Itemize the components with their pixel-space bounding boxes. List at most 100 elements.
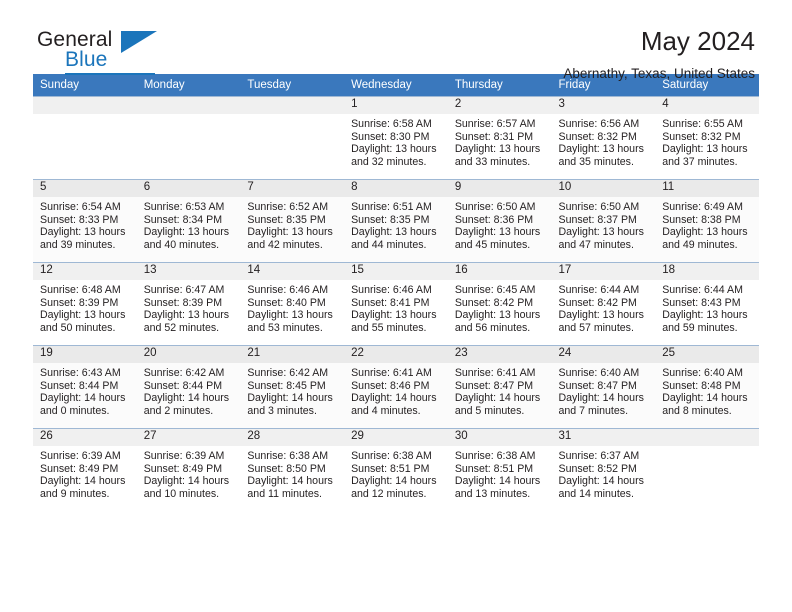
- sunrise-sunset-calendar: Sunday Monday Tuesday Wednesday Thursday…: [33, 74, 759, 511]
- sunrise-time: Sunrise: 6:47 AM: [143, 284, 225, 296]
- calendar-day-cell[interactable]: 17 Sunrise: 6:44 AM Sunset: 8:42 PM Dayligh…: [551, 262, 656, 346]
- sunset-time: Sunset: 8:42 PM: [454, 296, 534, 309]
- calendar-day-cell[interactable]: 2 Sunrise: 6:57 AM Sunset: 8:31 PM Daylight…: [447, 96, 552, 180]
- calendar-day-cell[interactable]: 28 Sunrise: 6:38 AM Sunset: 8:50 PM Dayligh…: [240, 428, 345, 511]
- calendar-day-cell[interactable]: 12 Sunrise: 6:48 AM Sunset: 8:39 PM Dayligh…: [33, 262, 137, 346]
- sunrise-time: Sunrise: 6:42 AM: [247, 367, 329, 379]
- day-number: 26: [33, 429, 137, 446]
- day-number: 6: [136, 180, 241, 197]
- calendar-day-cell[interactable]: 27 Sunrise: 6:39 AM Sunset: 8:49 PM Dayligh…: [136, 428, 241, 511]
- weekday-header-tuesday: Tuesday: [240, 74, 345, 97]
- day-details: Sunrise: 6:46 AM Sunset: 8:40 PM Daylight:…: [240, 280, 344, 334]
- calendar-day-cell[interactable]: 20 Sunrise: 6:42 AM Sunset: 8:44 PM Dayligh…: [136, 345, 241, 429]
- day-number: [240, 97, 345, 114]
- daylight-duration-line1: Daylight: 13 hours: [351, 226, 437, 239]
- calendar-day-cell[interactable]: 13 Sunrise: 6:47 AM Sunset: 8:39 PM Dayligh…: [136, 262, 241, 346]
- calendar-day-cell[interactable]: 7 Sunrise: 6:52 AM Sunset: 8:35 PM Daylight…: [240, 179, 345, 263]
- sunset-time: Sunset: 8:44 PM: [143, 379, 223, 392]
- calendar-page: General Blue May 2024 Abernathy, Texas, …: [0, 0, 792, 612]
- calendar-day-cell[interactable]: 4 Sunrise: 6:55 AM Sunset: 8:32 PM Daylight…: [655, 96, 759, 180]
- calendar-day-cell[interactable]: 16 Sunrise: 6:45 AM Sunset: 8:42 PM Dayligh…: [447, 262, 552, 346]
- calendar-day-cell[interactable]: 29 Sunrise: 6:38 AM Sunset: 8:51 PM Dayligh…: [344, 428, 448, 511]
- calendar-day-cell-empty: [33, 96, 137, 180]
- sunset-time: Sunset: 8:52 PM: [558, 462, 637, 475]
- daylight-duration-line1: Daylight: 13 hours: [662, 309, 748, 322]
- daylight-duration-line2: and 40 minutes.: [143, 238, 220, 251]
- calendar-day-cell[interactable]: 30 Sunrise: 6:38 AM Sunset: 8:51 PM Dayligh…: [447, 428, 552, 511]
- calendar-day-cell[interactable]: 26 Sunrise: 6:39 AM Sunset: 8:49 PM Dayligh…: [33, 428, 137, 511]
- day-number: 13: [136, 263, 241, 280]
- day-details: Sunrise: 6:42 AM Sunset: 8:44 PM Daylight:…: [137, 363, 241, 417]
- sunrise-time: Sunrise: 6:38 AM: [454, 450, 536, 462]
- calendar-day-cell[interactable]: 6 Sunrise: 6:53 AM Sunset: 8:34 PM Daylight…: [136, 179, 241, 263]
- sunset-time: Sunset: 8:30 PM: [351, 130, 430, 143]
- daylight-duration-line1: Daylight: 14 hours: [40, 392, 126, 405]
- calendar-day-cell[interactable]: 19 Sunrise: 6:43 AM Sunset: 8:44 PM Dayligh…: [33, 345, 137, 429]
- calendar-day-cell[interactable]: 25 Sunrise: 6:40 AM Sunset: 8:48 PM Dayligh…: [655, 345, 759, 429]
- sunset-time: Sunset: 8:45 PM: [247, 379, 326, 392]
- daylight-duration-line2: and 35 minutes.: [558, 155, 634, 168]
- calendar-day-cell[interactable]: 9 Sunrise: 6:50 AM Sunset: 8:36 PM Daylight…: [447, 179, 552, 263]
- daylight-duration-line1: Daylight: 14 hours: [351, 475, 437, 488]
- daylight-duration-line1: Daylight: 13 hours: [454, 226, 541, 239]
- day-number: 29: [344, 429, 448, 446]
- day-number: 1: [344, 97, 448, 114]
- daylight-duration-line2: and 3 minutes.: [247, 404, 317, 417]
- sunset-time: Sunset: 8:51 PM: [351, 462, 430, 475]
- sunrise-time: Sunrise: 6:58 AM: [351, 118, 432, 130]
- day-details: Sunrise: 6:50 AM Sunset: 8:36 PM Daylight:…: [448, 197, 552, 251]
- calendar-day-cell[interactable]: 21 Sunrise: 6:42 AM Sunset: 8:45 PM Dayligh…: [240, 345, 345, 429]
- sunset-time: Sunset: 8:39 PM: [40, 296, 119, 309]
- calendar-day-cell[interactable]: 10 Sunrise: 6:50 AM Sunset: 8:37 PM Dayligh…: [551, 179, 656, 263]
- calendar-day-cell[interactable]: 15 Sunrise: 6:46 AM Sunset: 8:41 PM Dayligh…: [344, 262, 448, 346]
- sunrise-time: Sunrise: 6:51 AM: [351, 201, 432, 213]
- calendar-week-row: 5 Sunrise: 6:54 AM Sunset: 8:33 PM Daylight…: [33, 179, 759, 263]
- calendar-day-cell[interactable]: 8 Sunrise: 6:51 AM Sunset: 8:35 PM Daylight…: [344, 179, 448, 263]
- sunrise-time: Sunrise: 6:38 AM: [247, 450, 329, 462]
- day-details: Sunrise: 6:57 AM Sunset: 8:31 PM Daylight:…: [448, 114, 552, 168]
- sunrise-time: Sunrise: 6:45 AM: [454, 284, 536, 296]
- day-number: 5: [33, 180, 137, 197]
- sunset-time: Sunset: 8:31 PM: [454, 130, 534, 143]
- sunrise-time: Sunrise: 6:38 AM: [351, 450, 432, 462]
- weekday-header-wednesday: Wednesday: [344, 74, 448, 97]
- daylight-duration-line2: and 45 minutes.: [454, 238, 531, 251]
- day-number: 16: [447, 263, 552, 280]
- daylight-duration-line2: and 5 minutes.: [454, 404, 525, 417]
- daylight-duration-line1: Daylight: 14 hours: [454, 392, 541, 405]
- sunset-time: Sunset: 8:36 PM: [454, 213, 534, 226]
- calendar-day-cell[interactable]: 24 Sunrise: 6:40 AM Sunset: 8:47 PM Dayligh…: [551, 345, 656, 429]
- sunrise-time: Sunrise: 6:57 AM: [454, 118, 536, 130]
- calendar-day-cell[interactable]: 23 Sunrise: 6:41 AM Sunset: 8:47 PM Dayligh…: [447, 345, 552, 429]
- sunrise-time: Sunrise: 6:53 AM: [143, 201, 225, 213]
- daylight-duration-line2: and 2 minutes.: [143, 404, 214, 417]
- sunrise-time: Sunrise: 6:37 AM: [558, 450, 640, 462]
- sunrise-time: Sunrise: 6:46 AM: [247, 284, 329, 296]
- calendar-day-cell[interactable]: 11 Sunrise: 6:49 AM Sunset: 8:38 PM Dayligh…: [655, 179, 759, 263]
- calendar-day-cell[interactable]: 22 Sunrise: 6:41 AM Sunset: 8:46 PM Dayligh…: [344, 345, 448, 429]
- calendar-day-cell[interactable]: 31 Sunrise: 6:37 AM Sunset: 8:52 PM Dayligh…: [551, 428, 656, 511]
- calendar-day-cell[interactable]: 3 Sunrise: 6:56 AM Sunset: 8:32 PM Daylight…: [551, 96, 656, 180]
- sunrise-time: Sunrise: 6:41 AM: [351, 367, 432, 379]
- sunset-time: Sunset: 8:49 PM: [143, 462, 223, 475]
- day-details: Sunrise: 6:55 AM Sunset: 8:32 PM Daylight:…: [655, 114, 759, 168]
- daylight-duration-line2: and 12 minutes.: [351, 487, 427, 500]
- day-details: Sunrise: 6:40 AM Sunset: 8:47 PM Daylight:…: [552, 363, 656, 417]
- sunrise-time: Sunrise: 6:50 AM: [558, 201, 640, 213]
- daylight-duration-line1: Daylight: 13 hours: [662, 226, 748, 239]
- sunset-time: Sunset: 8:37 PM: [558, 213, 637, 226]
- calendar-day-cell[interactable]: 5 Sunrise: 6:54 AM Sunset: 8:33 PM Daylight…: [33, 179, 137, 263]
- day-details: Sunrise: 6:51 AM Sunset: 8:35 PM Daylight:…: [344, 197, 448, 251]
- calendar-day-cell[interactable]: 14 Sunrise: 6:46 AM Sunset: 8:40 PM Dayligh…: [240, 262, 345, 346]
- general-blue-logo[interactable]: General Blue: [37, 28, 167, 76]
- sunrise-time: Sunrise: 6:56 AM: [558, 118, 640, 130]
- sunset-time: Sunset: 8:51 PM: [454, 462, 534, 475]
- sunset-time: Sunset: 8:41 PM: [351, 296, 430, 309]
- calendar-day-cell[interactable]: 1 Sunrise: 6:58 AM Sunset: 8:30 PM Daylight…: [344, 96, 448, 180]
- sunset-time: Sunset: 8:39 PM: [143, 296, 223, 309]
- sunset-time: Sunset: 8:44 PM: [40, 379, 119, 392]
- day-details: Sunrise: 6:41 AM Sunset: 8:47 PM Daylight:…: [448, 363, 552, 417]
- daylight-duration-line2: and 52 minutes.: [143, 321, 220, 334]
- calendar-day-cell[interactable]: 18 Sunrise: 6:44 AM Sunset: 8:43 PM Dayligh…: [655, 262, 759, 346]
- day-number: 20: [136, 346, 241, 363]
